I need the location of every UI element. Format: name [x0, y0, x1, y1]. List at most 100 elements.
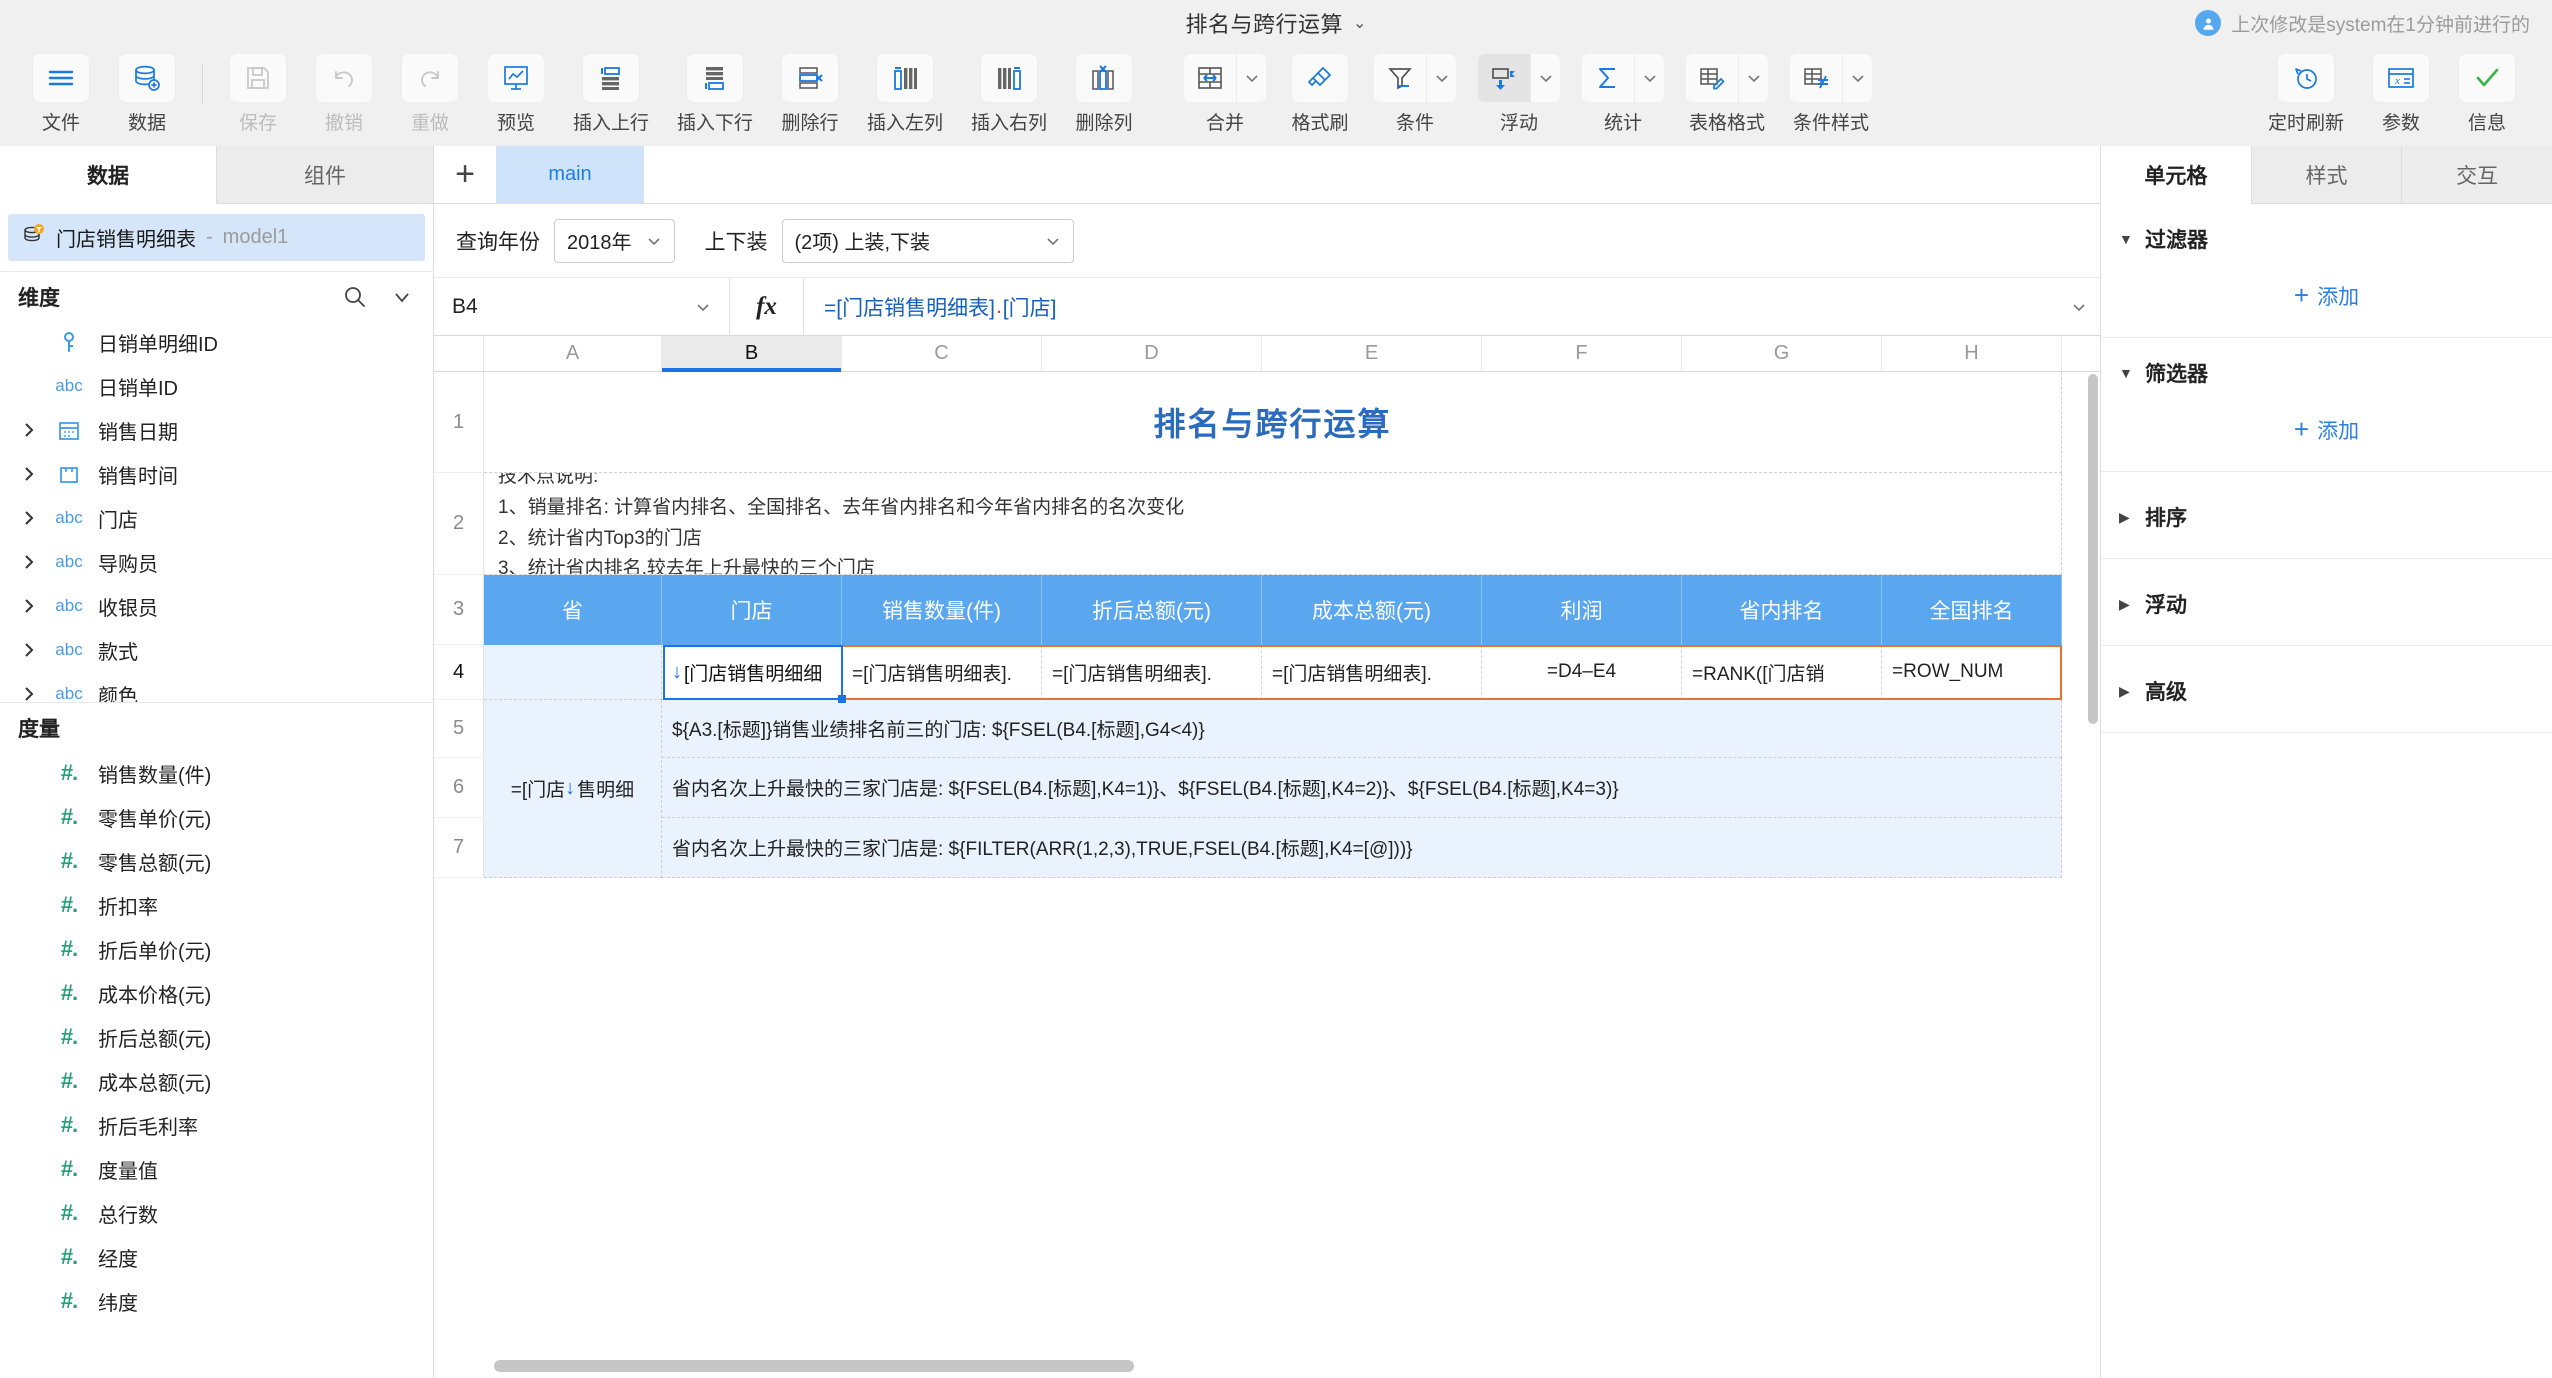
- section-advanced-header[interactable]: ▶ 高级: [2101, 672, 2552, 706]
- row-header-5[interactable]: 5: [434, 700, 484, 758]
- section-sort-header[interactable]: ▶ 排序: [2101, 498, 2552, 532]
- tab-components[interactable]: 组件: [217, 146, 433, 204]
- table-header-cell[interactable]: 全国排名: [1882, 575, 2062, 645]
- table-header-cell[interactable]: 利润: [1482, 575, 1682, 645]
- float-dropdown-arrow[interactable]: [1530, 54, 1560, 102]
- toolbar-button-save[interactable]: 保存: [215, 50, 301, 135]
- toolbar-button-data[interactable]: 数据: [104, 50, 190, 135]
- search-icon[interactable]: [343, 285, 367, 309]
- cell-a5-merged[interactable]: =[门店 ↓ 售明细: [484, 700, 662, 878]
- datasource-item[interactable]: 门店销售明细表 - model1: [8, 214, 425, 261]
- section-filter-header[interactable]: ▼ 过滤器: [2101, 220, 2552, 254]
- toolbar-button-timer-refresh[interactable]: 定时刷新: [2254, 50, 2358, 135]
- measure-item[interactable]: #. 纬度: [0, 1279, 433, 1323]
- dimension-item[interactable]: abc 导购员: [0, 540, 433, 584]
- dimension-item[interactable]: abc 颜色: [0, 672, 433, 702]
- document-title-group[interactable]: 排名与跨行运算 ⌄: [1186, 7, 1367, 39]
- statistics-split-button[interactable]: [1582, 54, 1664, 102]
- dimension-item[interactable]: abc 门店: [0, 496, 433, 540]
- row-header-6[interactable]: 6: [434, 758, 484, 818]
- measure-item[interactable]: #. 成本价格(元): [0, 971, 433, 1015]
- add-filter-button[interactable]: + 添加: [2101, 280, 2552, 311]
- dimension-item[interactable]: abc 款式: [0, 628, 433, 672]
- row-header-4[interactable]: 4: [434, 645, 484, 700]
- dimension-item[interactable]: › abc 日销单ID: [0, 364, 433, 408]
- cell-a4[interactable]: [484, 645, 662, 700]
- filter-funnel-icon[interactable]: [1374, 54, 1426, 102]
- expand-chevron-icon[interactable]: [18, 597, 40, 615]
- float-split-button[interactable]: [1478, 54, 1560, 102]
- sigma-icon[interactable]: [1582, 54, 1634, 102]
- toolbar-button-table-format[interactable]: 表格格式: [1675, 50, 1779, 135]
- formula-expand-button[interactable]: [2058, 278, 2100, 335]
- table-format-split-button[interactable]: [1686, 54, 1768, 102]
- expand-chevron-icon[interactable]: [18, 553, 40, 571]
- measure-item[interactable]: #. 零售单价(元): [0, 795, 433, 839]
- toolbar-button-condition[interactable]: 条件: [1363, 50, 1467, 135]
- measure-item[interactable]: #. 零售总额(元): [0, 839, 433, 883]
- tab-interaction[interactable]: 交互: [2401, 146, 2552, 204]
- dimension-item[interactable]: › 日销单明细ID: [0, 320, 433, 364]
- expand-chevron-icon[interactable]: [18, 509, 40, 527]
- add-sheet-button[interactable]: +: [434, 146, 496, 203]
- column-header-F[interactable]: F: [1482, 336, 1682, 371]
- chevron-down-icon[interactable]: [391, 286, 413, 308]
- cell-description[interactable]: 技术点说明: 1、销量排名: 计算省内排名、全国排名、去年省内排名和今年省内排名…: [484, 473, 2062, 575]
- table-header-cell[interactable]: 省内排名: [1682, 575, 1882, 645]
- tab-data[interactable]: 数据: [0, 146, 217, 204]
- condition-split-button[interactable]: [1374, 54, 1456, 102]
- toolbar-button-insert-row-above[interactable]: 插入上行: [559, 50, 663, 135]
- measure-item[interactable]: #. 折后毛利率: [0, 1103, 433, 1147]
- table-format-dropdown-arrow[interactable]: [1738, 54, 1768, 102]
- toolbar-button-parameter[interactable]: x 参数: [2358, 50, 2444, 135]
- conditional-style-icon[interactable]: [1790, 54, 1842, 102]
- toolbar-button-conditional-style[interactable]: 条件样式: [1779, 50, 1883, 135]
- column-header-C[interactable]: C: [842, 336, 1042, 371]
- sheet-tab-main[interactable]: main: [496, 146, 644, 203]
- tab-cell[interactable]: 单元格: [2101, 146, 2251, 204]
- float-element-icon[interactable]: [1478, 54, 1530, 102]
- dimension-item[interactable]: abc 收银员: [0, 584, 433, 628]
- section-float-header[interactable]: ▶ 浮动: [2101, 585, 2552, 619]
- column-header-A[interactable]: A: [484, 336, 662, 371]
- measure-item[interactable]: #. 经度: [0, 1235, 433, 1279]
- cell-f4[interactable]: =D4–E4: [1482, 645, 1682, 700]
- merge-dropdown-arrow[interactable]: [1236, 54, 1266, 102]
- toolbar-button-format-painter[interactable]: 格式刷: [1277, 50, 1363, 135]
- measure-item[interactable]: #. 折后总额(元): [0, 1015, 433, 1059]
- dimension-item[interactable]: 销售时间: [0, 452, 433, 496]
- fx-button[interactable]: fx: [730, 278, 804, 335]
- row-header-1[interactable]: 1: [434, 372, 484, 473]
- toolbar-button-delete-col[interactable]: 删除列: [1061, 50, 1147, 135]
- table-format-icon[interactable]: [1686, 54, 1738, 102]
- measure-item[interactable]: #. 总行数: [0, 1191, 433, 1235]
- column-header-D[interactable]: D: [1042, 336, 1262, 371]
- toolbar-button-merge[interactable]: 合并: [1173, 50, 1277, 135]
- column-header-H[interactable]: H: [1882, 336, 2062, 371]
- toolbar-button-insert-col-right[interactable]: 插入右列: [957, 50, 1061, 135]
- grid-horizontal-scrollbar[interactable]: [494, 1360, 1134, 1372]
- cell-b5[interactable]: ${A3.[标题]}销售业绩排名前三的门店: ${FSEL(B4.[标题],G4…: [662, 700, 2062, 758]
- column-header-G[interactable]: G: [1682, 336, 1882, 371]
- measure-item[interactable]: #. 销售数量(件): [0, 751, 433, 795]
- measure-item[interactable]: #. 折扣率: [0, 883, 433, 927]
- expand-chevron-icon[interactable]: [18, 421, 40, 439]
- condition-dropdown-arrow[interactable]: [1426, 54, 1456, 102]
- table-header-cell[interactable]: 省: [484, 575, 662, 645]
- cell-e4[interactable]: =[门店销售明细表].: [1262, 645, 1482, 700]
- cell-h4[interactable]: =ROW_NUM: [1882, 645, 2062, 700]
- toolbar-button-redo[interactable]: 重做: [387, 50, 473, 135]
- cell-g4[interactable]: =RANK([门店销: [1682, 645, 1882, 700]
- cell-b6[interactable]: 省内名次上升最快的三家门店是: ${FSEL(B4.[标题],K4=1)}、${…: [662, 758, 2062, 818]
- table-header-cell[interactable]: 销售数量(件): [842, 575, 1042, 645]
- expand-chevron-icon[interactable]: [18, 685, 40, 702]
- measure-item[interactable]: #. 成本总额(元): [0, 1059, 433, 1103]
- chevron-down-icon[interactable]: ⌄: [1353, 13, 1366, 33]
- row-header-2[interactable]: 2: [434, 473, 484, 575]
- toolbar-button-delete-row[interactable]: 删除行: [767, 50, 853, 135]
- measure-item[interactable]: #. 度量值: [0, 1147, 433, 1191]
- merge-split-button[interactable]: [1184, 54, 1266, 102]
- grid-corner[interactable]: [434, 336, 484, 371]
- cell-b7[interactable]: 省内名次上升最快的三家门店是: ${FILTER(ARR(1,2,3),TRUE…: [662, 818, 2062, 878]
- merge-cells-icon[interactable]: [1184, 54, 1236, 102]
